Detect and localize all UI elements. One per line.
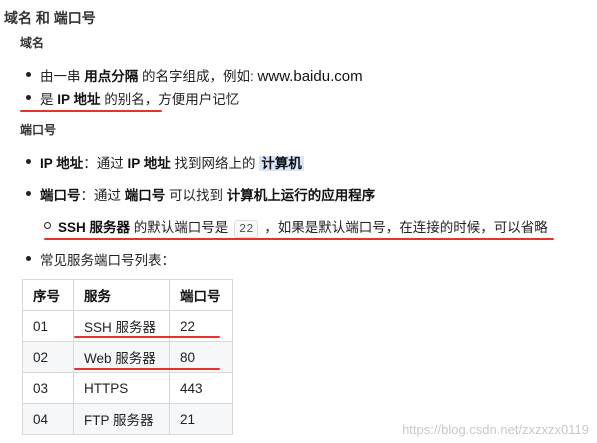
table-cell: 01 <box>22 310 74 342</box>
bold-text: IP 地址 <box>57 92 101 107</box>
list-item-domain-alias: 是 IP 地址 的别名，方便用户记忆 <box>25 88 239 108</box>
page-title: 域名 和 端口号 <box>4 10 96 26</box>
table-header-cell: 端口号 <box>169 279 233 311</box>
ports-table: 序号 服务 端口号 01 SSH 服务器 22 02 Web 服务器 80 03… <box>22 279 233 435</box>
list-item-domain-definition: 由一串 用点分隔 的名字组成，例如: www.baidu.com <box>26 65 363 85</box>
section-heading-domain: 域名 <box>20 36 45 50</box>
table-cell: 03 <box>22 372 74 404</box>
table-cell: 04 <box>22 403 74 435</box>
section-heading-port: 端口号 <box>20 123 57 137</box>
table-cell: 02 <box>22 341 74 373</box>
table-cell: FTP 服务器 <box>73 403 170 435</box>
table-cell: HTTPS <box>73 372 170 404</box>
table-row: 03 HTTPS 443 <box>22 372 233 404</box>
list-item-port-number: 端口号：通过 端口号 可以找到 计算机上运行的应用程序 <box>25 184 375 204</box>
inline-code: 22 <box>234 220 259 238</box>
table-header-cell: 服务 <box>73 279 170 311</box>
list-item-ip-address: IP 地址：通过 IP 地址 找到网络上的 计算机 <box>26 152 304 172</box>
example-url: www.baidu.com <box>257 68 363 85</box>
list-item-common-ports: 常见服务端口号列表： <box>26 249 175 269</box>
highlighted-text: 计算机 <box>259 156 304 171</box>
bold-text: 用点分隔 <box>84 69 139 84</box>
sub-list-item-ssh-default-port: SSH 服务器 的默认端口号是 22 ，如果是默认端口号，在连接的时候，可以省略 <box>44 216 548 238</box>
table-cell: 21 <box>169 403 233 435</box>
red-underline <box>20 110 162 112</box>
red-underline <box>74 368 220 370</box>
red-underline <box>44 238 554 240</box>
table-cell: 443 <box>169 372 233 404</box>
table-header-row: 序号 服务 端口号 <box>22 279 233 311</box>
table-header-cell: 序号 <box>22 279 74 311</box>
table-row: 04 FTP 服务器 21 <box>22 403 233 435</box>
red-underline <box>74 336 220 338</box>
watermark: https://blog.csdn.net/zxzxzx0119 <box>402 422 589 437</box>
